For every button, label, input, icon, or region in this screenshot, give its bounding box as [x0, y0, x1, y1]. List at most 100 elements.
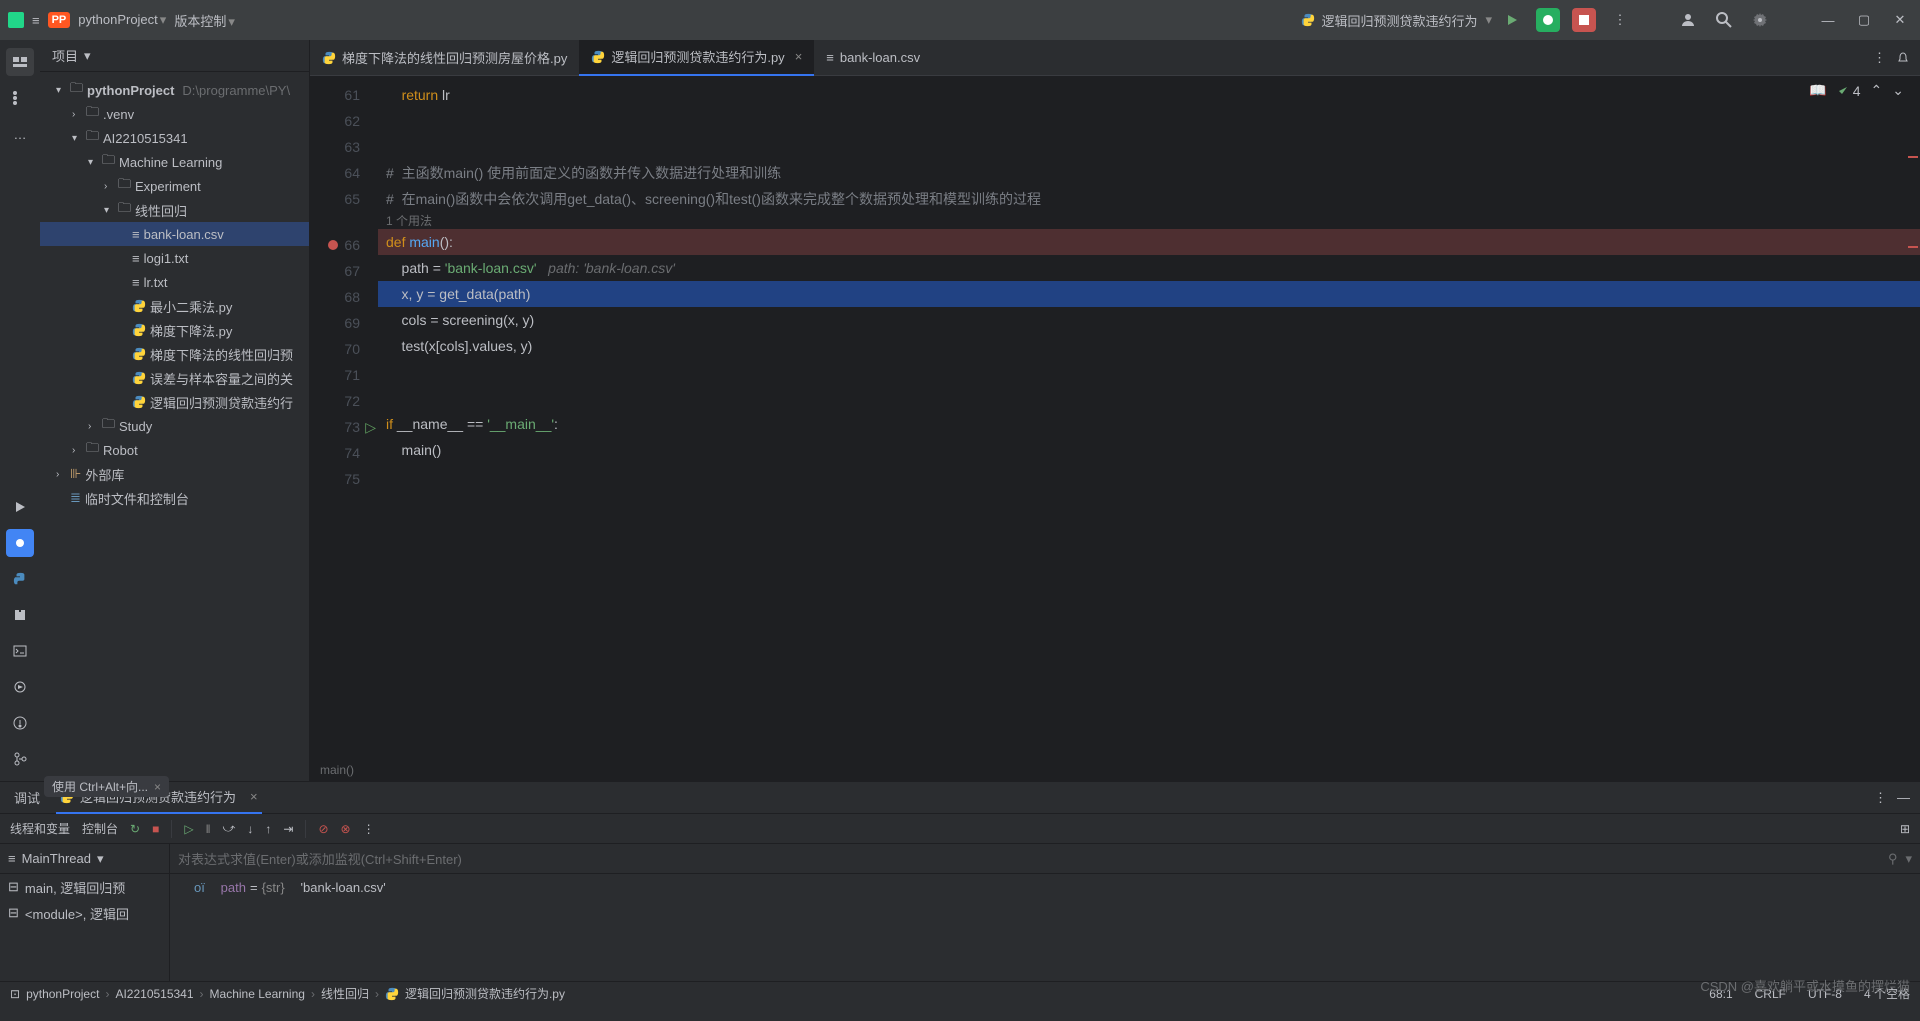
python-icon — [322, 51, 336, 65]
tree-ext-lib[interactable]: ›⊪外部库 — [40, 462, 309, 486]
breadcrumb-bar: ⊡ pythonProject› AI2210515341› Machine L… — [0, 981, 1920, 1005]
more-actions-icon[interactable]: ⋮ — [1608, 8, 1632, 32]
close-debug-tab-icon[interactable]: × — [250, 789, 258, 804]
project-tool-icon[interactable] — [6, 48, 34, 76]
search-icon[interactable] — [1712, 8, 1736, 32]
stop-button[interactable] — [1572, 8, 1596, 32]
breadcrumb-module-icon: ⊡ — [10, 987, 20, 1001]
tree-logi1[interactable]: ≡logi1.txt — [40, 246, 309, 270]
tree-linreg[interactable]: ▾🗀线性回归 — [40, 198, 309, 222]
tree-lr-txt[interactable]: ≡lr.txt — [40, 270, 309, 294]
python-icon — [132, 323, 146, 337]
problems-count[interactable]: 4 — [1853, 83, 1861, 99]
maximize-icon[interactable]: ▢ — [1852, 8, 1876, 32]
usage-hint[interactable]: 1 个用法 — [378, 212, 1920, 229]
run-tool-icon[interactable] — [6, 493, 34, 521]
settings-icon[interactable] — [1748, 8, 1772, 32]
pause-icon[interactable]: ‖ — [206, 822, 211, 836]
tree-study[interactable]: ›🗀Study — [40, 414, 309, 438]
step-over-icon[interactable]: ⤻ — [223, 821, 236, 836]
frames-icon: ≡ — [8, 851, 16, 866]
debug-tab-title[interactable]: 调试 — [10, 782, 44, 814]
tree-ml-folder[interactable]: ▾🗀Machine Learning — [40, 150, 309, 174]
var-prompt[interactable]: 对表达式求值(Enter)或添加监视(Ctrl+Shift+Enter) — [178, 849, 462, 868]
code[interactable]: return lr # 主函数main() 使用前面定义的函数并传入数据进行处理… — [378, 76, 1920, 759]
python-console-icon[interactable] — [6, 565, 34, 593]
editor-tab-2[interactable]: 逻辑回归预测贷款违约行为.py× — [579, 40, 814, 76]
python-icon — [1301, 13, 1315, 27]
frames-panel: ≡MainThread▾ ⊟main, 逻辑回归预 ⊟<module>, 逻辑回 — [0, 844, 170, 981]
minimize-panel-icon[interactable]: — — [1897, 790, 1910, 806]
var-chevron-down-icon[interactable]: ▾ — [1905, 851, 1912, 867]
terminal-tool-icon[interactable] — [6, 637, 34, 665]
git-tool-icon[interactable] — [6, 745, 34, 773]
breakpoints-icon[interactable]: ⊘ — [318, 822, 328, 836]
var-row[interactable]: oї path = {str} 'bank-loan.csv' — [170, 874, 1920, 900]
step-out-icon[interactable]: ↑ — [265, 822, 271, 836]
filter-icon[interactable]: ⚲ — [1888, 851, 1898, 867]
thread-selector[interactable]: ≡MainThread▾ — [0, 844, 169, 874]
mute-breakpoints-icon[interactable]: ⊗ — [341, 822, 351, 836]
tree-bank-loan[interactable]: ≡bank-loan.csv — [40, 222, 309, 246]
tree-py4[interactable]: 误差与样本容量之间的关 — [40, 366, 309, 390]
tree-ai-folder[interactable]: ▾🗀AI2210515341 — [40, 126, 309, 150]
tree-py1[interactable]: 最小二乘法.py — [40, 294, 309, 318]
tree-root[interactable]: ▾🗀pythonProjectD:\programme\PY\ — [40, 78, 309, 102]
debug-button[interactable] — [1536, 8, 1560, 32]
tree-scratch[interactable]: ≣临时文件和控制台 — [40, 486, 309, 510]
tree-experiment[interactable]: ›🗀Experiment — [40, 174, 309, 198]
more-tool-icon[interactable]: … — [6, 120, 34, 148]
layout-icon[interactable]: ⊞ — [1900, 822, 1910, 836]
console-tab[interactable]: 控制台 — [82, 820, 118, 837]
breadcrumb[interactable]: Machine Learning — [210, 987, 305, 1001]
project-tree: ▾🗀pythonProjectD:\programme\PY\ ›🗀.venv … — [40, 72, 309, 781]
breadcrumb[interactable]: pythonProject — [26, 987, 99, 1001]
services-tool-icon[interactable] — [6, 673, 34, 701]
tree-py5[interactable]: 逻辑回归预测贷款违约行 — [40, 390, 309, 414]
chevron-down-icon[interactable]: ▾ — [84, 48, 91, 64]
notifications-icon[interactable] — [1896, 51, 1910, 65]
debug-more-icon[interactable]: ⋮ — [1874, 790, 1887, 806]
tree-venv[interactable]: ›🗀.venv — [40, 102, 309, 126]
stop-debug-icon[interactable]: ■ — [152, 822, 159, 836]
toolbar-more-icon[interactable]: ⋮ — [363, 822, 375, 836]
nav-up-icon[interactable]: ⌃ — [1871, 82, 1883, 99]
nav-down-icon[interactable]: ⌄ — [1892, 82, 1904, 99]
run-button[interactable] — [1500, 8, 1524, 32]
vars-tab[interactable]: 线程和变量 — [10, 820, 70, 837]
problems-tool-icon[interactable] — [6, 709, 34, 737]
code-with-me-icon[interactable] — [1676, 8, 1700, 32]
run-configuration-dropdown[interactable]: 逻辑回归预测贷款违约行为▾ — [1301, 11, 1492, 30]
debug-panel: 调试 逻辑回归预测贷款违约行为× ⋮— 线程和变量 控制台 ↻ ■ ▷ ‖ ⤻ … — [0, 781, 1920, 981]
minimize-icon[interactable]: — — [1816, 8, 1840, 32]
debug-tool-icon[interactable] — [6, 529, 34, 557]
breadcrumb[interactable]: 线性回归 — [321, 985, 369, 1002]
close-tab-icon[interactable]: × — [795, 49, 803, 64]
close-hint-icon[interactable]: × — [154, 780, 161, 794]
frame-item-module[interactable]: ⊟<module>, 逻辑回 — [0, 900, 169, 926]
tree-py2[interactable]: 梯度下降法.py — [40, 318, 309, 342]
title-bar: ≡ PP pythonProject▾ 版本控制▾ 逻辑回归预测贷款违约行为▾ … — [0, 0, 1920, 40]
project-badge: PP — [48, 12, 71, 28]
python-icon — [132, 347, 146, 361]
packages-tool-icon[interactable] — [6, 601, 34, 629]
breadcrumb[interactable]: 逻辑回归预测贷款违约行为.py — [405, 985, 565, 1002]
editor-tab-1[interactable]: 梯度下降法的线性回归预测房屋价格.py — [310, 40, 579, 76]
rerun-icon[interactable]: ↻ — [130, 822, 140, 836]
tree-py3[interactable]: 梯度下降法的线性回归预 — [40, 342, 309, 366]
structure-tool-icon[interactable] — [6, 84, 34, 112]
resume-icon[interactable]: ▷ — [184, 822, 193, 836]
tree-robot[interactable]: ›🗀Robot — [40, 438, 309, 462]
hamburger-icon[interactable]: ≡ — [32, 13, 40, 28]
step-into-icon[interactable]: ↓ — [247, 822, 253, 836]
breadcrumb[interactable]: AI2210515341 — [115, 987, 193, 1001]
frame-item-main[interactable]: ⊟main, 逻辑回归预 — [0, 874, 169, 900]
debug-toolbar: 线程和变量 控制台 ↻ ■ ▷ ‖ ⤻ ↓ ↑ ⇥ ⊘ ⊗ ⋮ ⊞ — [0, 814, 1920, 844]
tab-more-icon[interactable]: ⋮ — [1873, 50, 1886, 66]
editor-tab-3[interactable]: ≡bank-loan.csv — [814, 40, 932, 76]
project-name-dropdown[interactable]: pythonProject▾ — [78, 12, 166, 28]
version-control-dropdown[interactable]: 版本控制▾ — [174, 11, 235, 30]
run-to-cursor-icon[interactable]: ⇥ — [283, 822, 293, 836]
close-window-icon[interactable]: ✕ — [1888, 8, 1912, 32]
reader-mode-icon[interactable]: 📖 — [1809, 82, 1826, 99]
